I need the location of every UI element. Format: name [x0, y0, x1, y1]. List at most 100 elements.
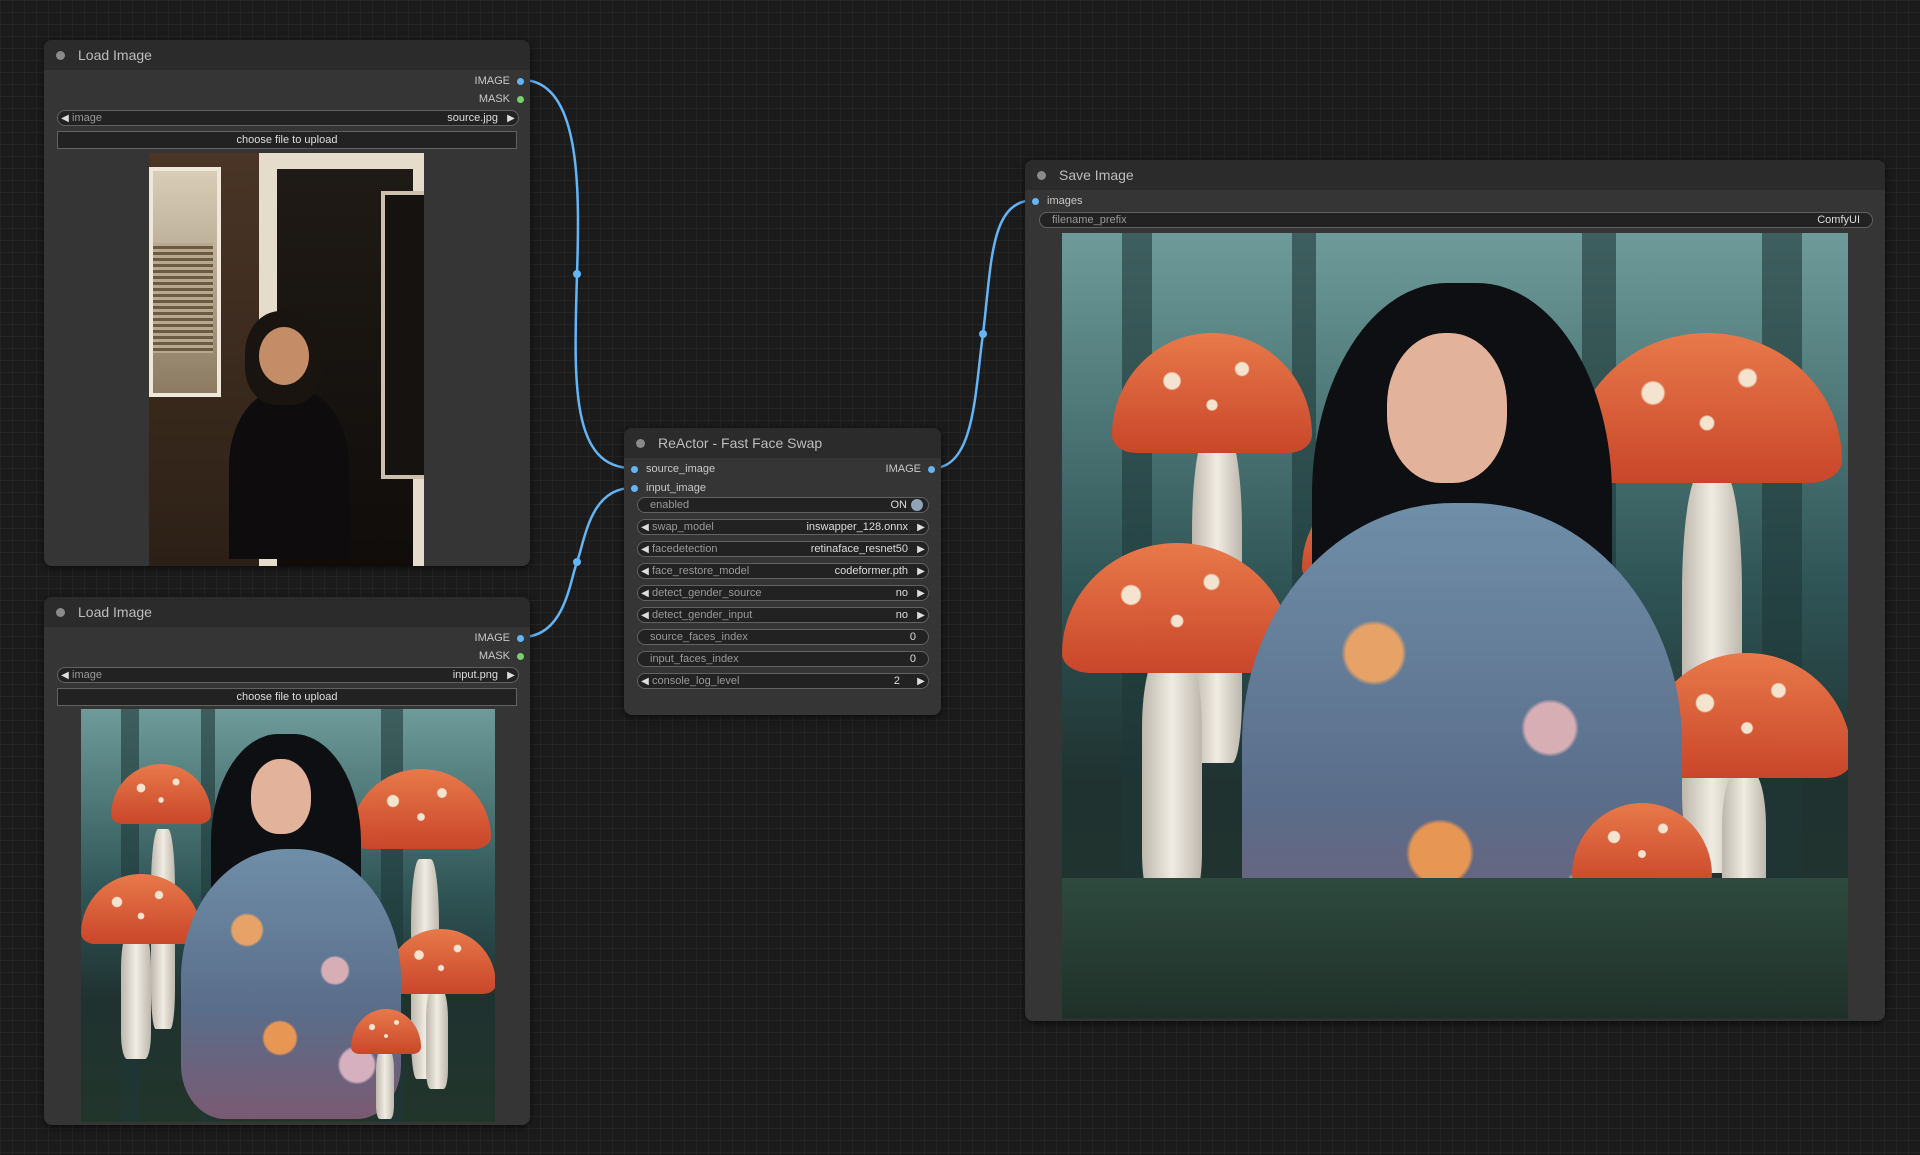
- slot-label: IMAGE: [474, 632, 510, 644]
- widget-label: swap_model: [652, 521, 714, 533]
- wire-input-image[interactable]: [521, 486, 633, 639]
- save-image-node[interactable]: Save Image images filename_prefix ComfyU…: [1025, 160, 1885, 1021]
- upload-button[interactable]: choose file to upload: [57, 131, 517, 149]
- detect-gender-source-combo[interactable]: ◀ detect_gender_source no ▶: [637, 585, 929, 601]
- collapse-dot-icon[interactable]: [1037, 170, 1046, 180]
- arrow-right-icon[interactable]: ▶: [914, 544, 928, 555]
- widget-label: console_log_level: [652, 675, 740, 687]
- widget-value: source.jpg: [447, 112, 498, 124]
- wire-midpoint[interactable]: [573, 270, 581, 278]
- arrow-right-icon[interactable]: ▶: [914, 522, 928, 533]
- slot-dot-icon[interactable]: [517, 77, 524, 85]
- widget-value: retinaface_resnet50: [810, 543, 908, 555]
- swap-model-combo[interactable]: ◀ swap_model inswapper_128.onnx ▶: [637, 519, 929, 535]
- input-slot-input-image[interactable]: input_image: [631, 482, 706, 494]
- node-title-bar[interactable]: ReActor - Fast Face Swap: [624, 428, 941, 458]
- widget-label: face_restore_model: [652, 565, 750, 577]
- arrow-left-icon[interactable]: ◀: [638, 676, 652, 687]
- widget-label: source_faces_index: [650, 631, 748, 643]
- slot-dot-icon[interactable]: [517, 652, 524, 660]
- input-faces-index-field[interactable]: input_faces_index 0: [637, 651, 929, 667]
- wire-source-image[interactable]: [521, 78, 633, 470]
- slot-dot-icon[interactable]: [928, 465, 935, 473]
- slot-label: source_image: [646, 463, 716, 475]
- filename-prefix-field[interactable]: filename_prefix ComfyUI: [1039, 212, 1873, 228]
- slot-dot-icon[interactable]: [517, 634, 524, 642]
- arrow-right-icon[interactable]: ▶: [914, 588, 928, 599]
- slot-label: MASK: [478, 93, 510, 105]
- input-slot-images[interactable]: images: [1032, 195, 1082, 207]
- arrow-left-icon[interactable]: ◀: [638, 588, 652, 599]
- widget-label: detect_gender_input: [652, 609, 753, 621]
- arrow-right-icon[interactable]: ▶: [914, 676, 928, 687]
- arrow-left-icon[interactable]: ◀: [638, 610, 652, 621]
- slot-dot-icon[interactable]: [517, 95, 524, 103]
- facedetection-combo[interactable]: ◀ facedetection retinaface_resnet50 ▶: [637, 541, 929, 557]
- widget-value: 0: [909, 631, 916, 643]
- arrow-left-icon[interactable]: ◀: [638, 522, 652, 533]
- widget-value: 2: [893, 675, 900, 687]
- slot-dot-icon[interactable]: [1032, 197, 1039, 205]
- widget-value: no: [895, 609, 908, 621]
- widget-value: ON: [890, 499, 908, 511]
- load-image-node-1[interactable]: Load Image IMAGE MASK ◀ image source.jpg…: [44, 40, 530, 566]
- output-image-preview: [1062, 233, 1848, 1019]
- output-slot-image[interactable]: IMAGE: [886, 463, 935, 475]
- arrow-right-icon[interactable]: ▶: [914, 610, 928, 621]
- slot-dot-icon[interactable]: [631, 465, 638, 473]
- wire-midpoint[interactable]: [979, 330, 987, 338]
- slot-label: images: [1047, 195, 1083, 207]
- wire-output-image[interactable]: [932, 198, 1036, 470]
- arrow-right-icon[interactable]: ▶: [914, 566, 928, 577]
- slot-dot-icon[interactable]: [631, 484, 638, 492]
- arrow-left-icon[interactable]: ◀: [58, 670, 72, 681]
- load-image-node-2[interactable]: Load Image IMAGE MASK ◀ image input.png …: [44, 597, 530, 1125]
- widget-value: ComfyUI: [1817, 214, 1860, 226]
- wire-midpoint[interactable]: [573, 558, 581, 566]
- image-preview-input: [81, 709, 495, 1122]
- widget-label: image: [72, 112, 102, 124]
- toggle-knob-icon[interactable]: [911, 499, 923, 511]
- arrow-right-icon[interactable]: ▶: [504, 670, 518, 681]
- image-preview-source: [149, 153, 424, 566]
- widget-value: input.png: [452, 669, 498, 681]
- arrow-right-icon[interactable]: ▶: [504, 113, 518, 124]
- output-slot-image[interactable]: IMAGE: [475, 632, 524, 644]
- node-title: ReActor - Fast Face Swap: [658, 435, 823, 451]
- slot-label: IMAGE: [885, 463, 921, 475]
- source-faces-index-field[interactable]: source_faces_index 0: [637, 629, 929, 645]
- node-title-bar[interactable]: Load Image: [44, 40, 530, 70]
- upload-label: choose file to upload: [236, 691, 338, 703]
- enabled-toggle[interactable]: enabled ON: [637, 497, 929, 513]
- console-log-level-stepper[interactable]: ◀ console_log_level 2 ▶: [637, 673, 929, 689]
- widget-label: filename_prefix: [1052, 214, 1127, 226]
- collapse-dot-icon[interactable]: [636, 438, 645, 448]
- widget-value: codeformer.pth: [834, 565, 908, 577]
- face-restore-model-combo[interactable]: ◀ face_restore_model codeformer.pth ▶: [637, 563, 929, 579]
- slot-label: IMAGE: [474, 75, 510, 87]
- node-title-bar[interactable]: Save Image: [1025, 160, 1885, 190]
- widget-value: no: [895, 587, 908, 599]
- output-slot-mask[interactable]: MASK: [479, 93, 524, 105]
- output-slot-image[interactable]: IMAGE: [475, 75, 524, 87]
- arrow-left-icon[interactable]: ◀: [638, 544, 652, 555]
- widget-value: 0: [909, 653, 916, 665]
- collapse-dot-icon[interactable]: [56, 50, 65, 60]
- node-title-bar[interactable]: Load Image: [44, 597, 530, 627]
- input-slot-source-image[interactable]: source_image: [631, 463, 715, 475]
- arrow-left-icon[interactable]: ◀: [58, 113, 72, 124]
- node-title: Load Image: [78, 47, 152, 63]
- widget-label: image: [72, 669, 102, 681]
- arrow-left-icon[interactable]: ◀: [638, 566, 652, 577]
- reactor-node[interactable]: ReActor - Fast Face Swap source_image in…: [624, 428, 941, 715]
- detect-gender-input-combo[interactable]: ◀ detect_gender_input no ▶: [637, 607, 929, 623]
- image-combo-widget[interactable]: ◀ image input.png ▶: [57, 667, 519, 683]
- output-slot-mask[interactable]: MASK: [479, 650, 524, 662]
- widget-value: inswapper_128.onnx: [806, 521, 908, 533]
- upload-label: choose file to upload: [236, 134, 338, 146]
- image-combo-widget[interactable]: ◀ image source.jpg ▶: [57, 110, 519, 126]
- slot-label: MASK: [478, 650, 510, 662]
- upload-button[interactable]: choose file to upload: [57, 688, 517, 706]
- slot-label: input_image: [646, 482, 706, 494]
- collapse-dot-icon[interactable]: [56, 607, 65, 617]
